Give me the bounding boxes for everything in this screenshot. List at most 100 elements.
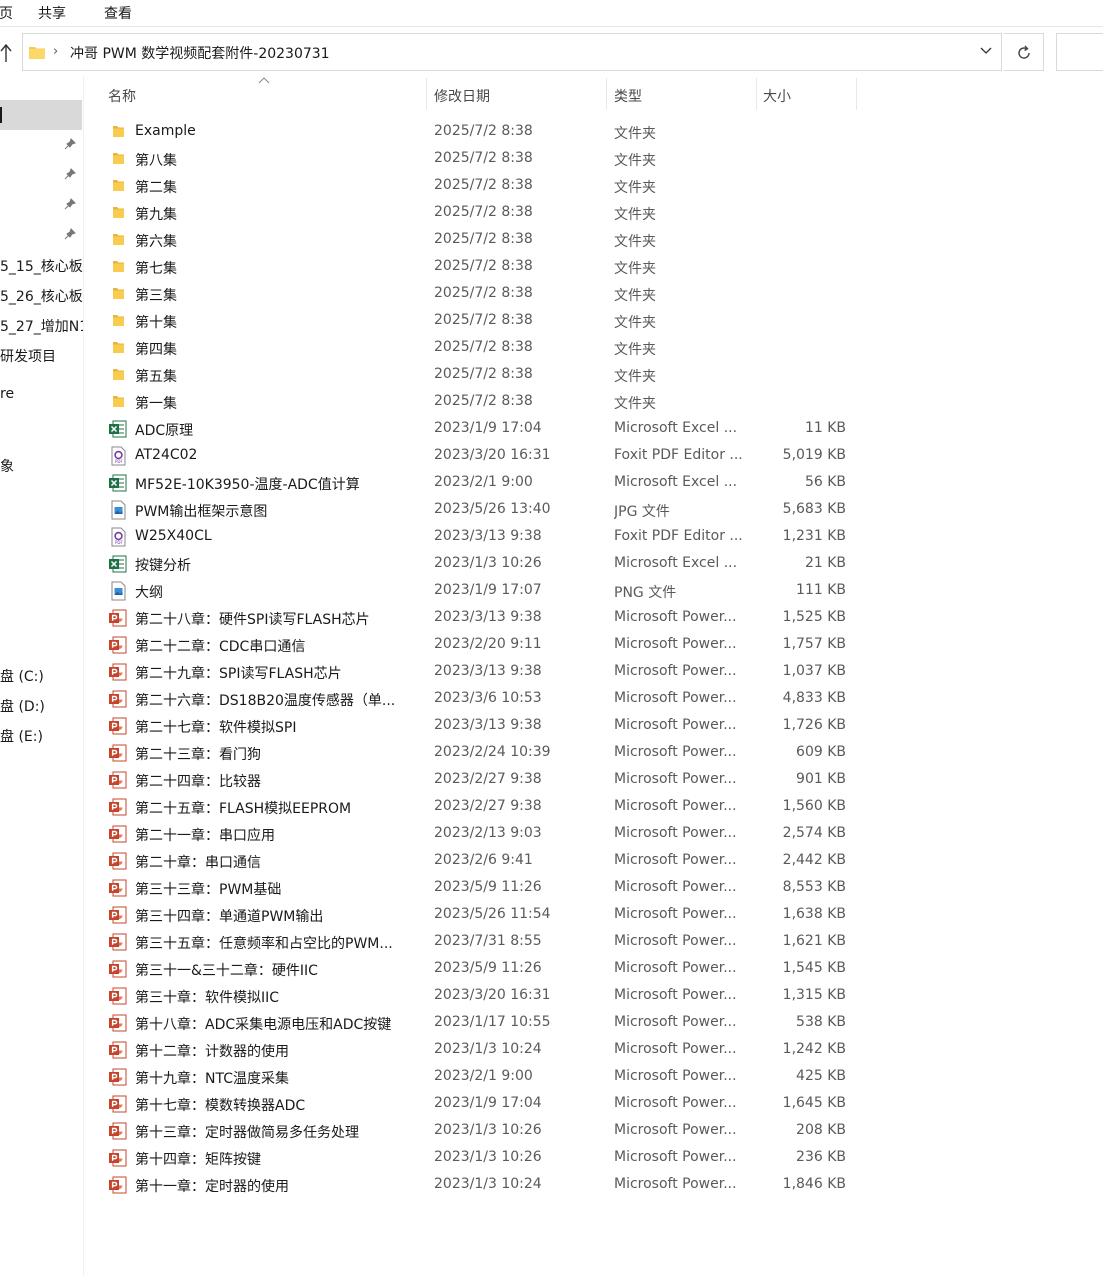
file-row[interactable]: 第十三章：定时器做简易多任务处理 2023/1/3 10:26 Microsoft … [100,1117,860,1144]
ppt-icon [108,986,128,1006]
file-type: 文件夹 [614,207,656,223]
nav-item-drive-c[interactable]: 盘 (C:) [0,666,44,686]
column-header-name[interactable]: 名称 [100,78,426,112]
file-modified-date: 2023/1/17 10:55 [434,1014,551,1030]
file-row[interactable]: 第五集 2025/7/2 8:38 文件夹 [100,361,860,388]
file-row[interactable]: 第三十一&三十二章：硬件IIC 2023/5/9 11:26 Microsoft P… [100,955,860,982]
file-row[interactable]: 第三十章：软件模拟IIC 2023/3/20 16:31 Microsoft Pow… [100,982,860,1009]
folder-icon [110,339,130,359]
file-type: Microsoft Power... [614,717,737,733]
up-arrow-icon[interactable] [0,43,14,63]
file-row[interactable]: 第二十六章：DS18B20温度传感器（单... 2023/3/6 10:53 Mic… [100,685,860,712]
file-modified-date: 2023/1/3 10:26 [434,1122,542,1138]
ribbon-tab-share[interactable]: 共享 [38,3,66,23]
ppt-icon [108,1094,128,1114]
ribbon-tab-home[interactable]: 页 [0,3,13,23]
file-row[interactable]: 第十四章：矩阵按键 2023/1/3 10:26 Microsoft Power..… [100,1144,860,1171]
pdf-icon: PDF [108,446,128,466]
file-size: 21 KB [804,555,846,571]
file-row[interactable]: 第九集 2025/7/2 8:38 文件夹 [100,199,860,226]
file-row[interactable]: 第二十五章：FLASH模拟EEPROM 2023/2/27 9:38 Microso… [100,793,860,820]
file-row[interactable]: 第十二章：计数器的使用 2023/1/3 10:24 Microsoft Power… [100,1036,860,1063]
file-row[interactable]: 第十七章：模数转换器ADC 2023/1/9 17:04 Microsoft Pow… [100,1090,860,1117]
file-row[interactable]: ADC原理 2023/1/9 17:04 Microsoft Excel ... 11… [100,415,860,442]
file-size: 236 KB [796,1149,846,1165]
folder-icon [110,366,130,386]
file-type: Microsoft Power... [614,1041,737,1057]
file-type: 文件夹 [614,180,656,196]
file-row[interactable]: 第二十三章：看门狗 2023/2/24 10:39 Microsoft Power.… [100,739,860,766]
file-row[interactable]: 第一集 2025/7/2 8:38 文件夹 [100,388,860,415]
file-row[interactable]: 按键分析 2023/1/3 10:26 Microsoft Excel ... 21 … [100,550,860,577]
search-input[interactable] [1056,33,1103,71]
file-row[interactable]: 第二集 2025/7/2 8:38 文件夹 [100,172,860,199]
file-row[interactable]: MF52E-10K3950-温度-ADC值计算 2023/2/1 9:00 Micr… [100,469,860,496]
file-row[interactable]: 第六集 2025/7/2 8:38 文件夹 [100,226,860,253]
nav-selected-item[interactable] [0,100,82,130]
folder-icon [110,285,130,305]
nav-item-core-board-26[interactable]: 5_26_核心板 [0,286,83,306]
nav-item-xiang[interactable]: 象 [0,456,14,476]
file-row[interactable]: 第十九章：NTC温度采集 2023/2/1 9:00 Microsoft Power… [100,1063,860,1090]
file-type: Microsoft Power... [614,1176,737,1192]
file-name: 大纲 [135,585,163,601]
breadcrumb-chevron-icon[interactable]: › [53,44,58,59]
nav-item-drive-e[interactable]: 盘 (E:) [0,726,43,746]
file-modified-date: 2023/2/6 9:41 [434,852,533,868]
file-row[interactable]: 大纲 2023/1/9 17:07 PNG 文件 111 KB [100,577,860,604]
file-row[interactable]: 第三十四章：单通道PWM输出 2023/5/26 11:54 Microsoft P… [100,901,860,928]
chevron-down-icon[interactable] [979,46,993,56]
file-row[interactable]: 第二十八章：硬件SPI读写FLASH芯片 2023/3/13 9:38 Micros… [100,604,860,631]
file-size: 8,553 KB [782,879,846,895]
file-row[interactable]: 第八集 2025/7/2 8:38 文件夹 [100,145,860,172]
file-modified-date: 2023/5/9 11:26 [434,960,542,976]
file-row[interactable]: 第十八章：ADC采集电源电压和ADC按键 2023/1/17 10:55 Micro… [100,1009,860,1036]
file-row[interactable]: Example 2025/7/2 8:38 文件夹 [100,118,860,145]
address-bar[interactable]: › 冲哥 PWM 数学视频配套附件-20230731 [22,33,1002,71]
file-row[interactable]: 第二十二章：CDC串口通信 2023/2/20 9:11 Microsoft Pow… [100,631,860,658]
refresh-button[interactable] [1004,33,1044,71]
nav-item-projects[interactable]: 研发项目 [0,346,56,366]
file-name: 第二十三章：看门狗 [135,747,261,763]
nav-item-re[interactable]: re [0,386,14,402]
file-row[interactable]: 第四集 2025/7/2 8:38 文件夹 [100,334,860,361]
file-row[interactable]: 第二十四章：比较器 2023/2/27 9:38 Microsoft Power..… [100,766,860,793]
folder-icon [110,177,130,197]
file-type: Microsoft Power... [614,987,737,1003]
file-type: Microsoft Excel ... [614,474,738,490]
file-row[interactable]: 第二十一章：串口应用 2023/2/13 9:03 Microsoft Power.… [100,820,860,847]
file-row[interactable]: 第七集 2025/7/2 8:38 文件夹 [100,253,860,280]
nav-item-core-board-15[interactable]: 5_15_核心板 [0,256,83,276]
file-row[interactable]: 第三十五章：任意频率和占空比的PWM... 2023/7/31 8:55 Micro… [100,928,860,955]
folder-icon [110,231,130,251]
file-row[interactable]: 第二十七章：软件模拟SPI 2023/3/13 9:38 Microsoft Pow… [100,712,860,739]
file-modified-date: 2023/2/1 9:00 [434,1068,533,1084]
excel-icon [108,473,128,493]
nav-item-add-27[interactable]: 5_27_增加N1 [0,316,83,336]
file-type: JPG 文件 [614,504,670,520]
file-row[interactable]: 第二十九章：SPI读写FLASH芯片 2023/3/13 9:38 Microsof… [100,658,860,685]
file-modified-date: 2025/7/2 8:38 [434,258,533,274]
file-name: 第二十章：串口通信 [135,855,261,871]
nav-item-drive-d[interactable]: 盘 (D:) [0,696,45,716]
ppt-icon [108,878,128,898]
pin-icon [64,198,76,210]
file-row[interactable]: 第二十章：串口通信 2023/2/6 9:41 Microsoft Power...… [100,847,860,874]
column-header-date[interactable]: 修改日期 [427,78,606,112]
file-row[interactable]: 第十集 2025/7/2 8:38 文件夹 [100,307,860,334]
ppt-icon [108,932,128,952]
file-row[interactable]: 第十一章：定时器的使用 2023/1/3 10:24 Microsoft Power… [100,1171,860,1198]
ribbon-tab-view[interactable]: 查看 [104,3,132,23]
file-size: 1,560 KB [782,798,846,814]
file-row[interactable]: PDF W25X40CL 2023/3/13 9:38 Foxit PDF Edito… [100,523,860,550]
file-name: 第二集 [135,180,177,196]
column-header-type[interactable]: 类型 [607,78,756,112]
folder-icon [110,393,130,413]
file-row[interactable]: PWM输出框架示意图 2023/5/26 13:40 JPG 文件 5,683 KB [100,496,860,523]
column-header-size[interactable]: 大小 [757,78,857,112]
file-row[interactable]: PDF AT24C02 2023/3/20 16:31 Foxit PDF Edito… [100,442,860,469]
ppt-icon [108,1175,128,1195]
file-row[interactable]: 第三十三章：PWM基础 2023/5/9 11:26 Microsoft Power… [100,874,860,901]
column-divider[interactable] [856,78,857,110]
file-row[interactable]: 第三集 2025/7/2 8:38 文件夹 [100,280,860,307]
